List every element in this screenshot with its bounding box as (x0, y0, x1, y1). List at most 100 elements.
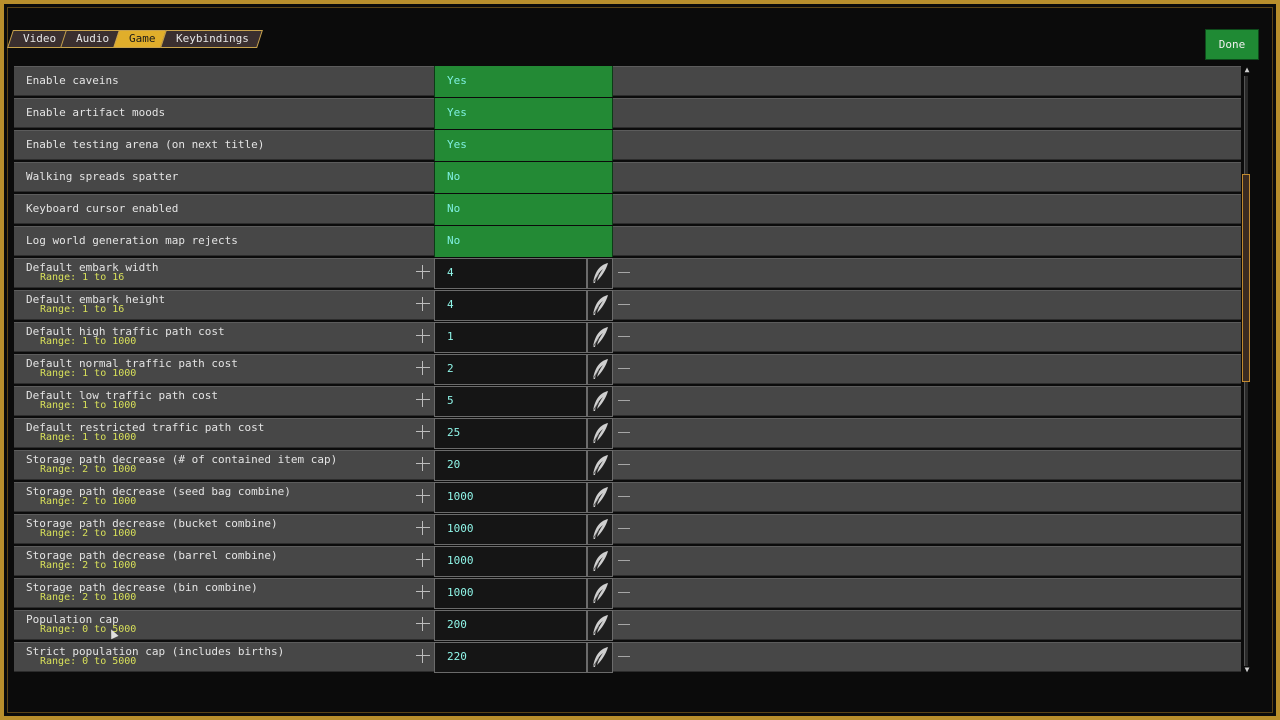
plus-icon[interactable] (416, 585, 430, 599)
plus-icon[interactable] (416, 521, 430, 535)
numeric-setting-row: Storage path decrease (barrel combine) Ra… (14, 546, 1241, 577)
toggle-setting-row: Keyboard cursor enabled No (14, 194, 1241, 225)
value-field[interactable]: 220 (434, 642, 587, 673)
numeric-setting-row: Storage path decrease (bucket combine) Ra… (14, 514, 1241, 545)
quill-icon[interactable] (587, 418, 613, 449)
value-text: 25 (447, 426, 461, 439)
setting-label: Enable testing arena (on next title) (26, 138, 265, 151)
setting-range: Range: 2 to 1000 (40, 496, 137, 507)
toggle-value: No (447, 202, 461, 215)
setting-range: Range: 0 to 5000 (40, 624, 137, 635)
numeric-setting-row: Default embark width Range: 1 to 16 4 (14, 258, 1241, 289)
arrow-up-icon[interactable]: ▲ (1242, 66, 1252, 74)
quill-icon[interactable] (587, 354, 613, 385)
minus-icon[interactable] (618, 272, 630, 273)
value-field[interactable]: 25 (434, 418, 587, 449)
quill-icon[interactable] (587, 322, 613, 353)
numeric-setting-row: Default restricted traffic path cost Rang… (14, 418, 1241, 449)
value-text: 20 (447, 458, 461, 471)
value-text: 1000 (447, 554, 474, 567)
value-text: 1 (447, 330, 454, 343)
plus-icon[interactable] (416, 649, 430, 663)
scrollbar-thumb[interactable] (1242, 174, 1250, 382)
minus-icon[interactable] (618, 656, 630, 657)
value-field[interactable]: 1000 (434, 482, 587, 513)
setting-range: Range: 2 to 1000 (40, 464, 137, 475)
plus-icon[interactable] (416, 329, 430, 343)
plus-icon[interactable] (416, 297, 430, 311)
setting-range: Range: 2 to 1000 (40, 528, 137, 539)
numeric-setting-row: Storage path decrease (bin combine) Range… (14, 578, 1241, 609)
setting-label: Keyboard cursor enabled (26, 202, 179, 215)
value-field[interactable]: 1000 (434, 514, 587, 545)
toggle-value: Yes (447, 74, 467, 87)
toggle-button[interactable]: Yes (434, 130, 613, 161)
value-field[interactable]: 1 (434, 322, 587, 353)
done-button[interactable]: Done (1205, 29, 1259, 60)
quill-icon[interactable] (587, 450, 613, 481)
value-field[interactable]: 4 (434, 290, 587, 321)
plus-icon[interactable] (416, 489, 430, 503)
tab-label: Video (23, 32, 57, 45)
plus-icon[interactable] (416, 361, 430, 375)
minus-icon[interactable] (618, 400, 630, 401)
setting-range: Range: 1 to 1000 (40, 400, 137, 411)
quill-icon[interactable] (587, 482, 613, 513)
value-field[interactable]: 5 (434, 386, 587, 417)
numeric-setting-row: Default high traffic path cost Range: 1 t… (14, 322, 1241, 353)
quill-icon[interactable] (587, 514, 613, 545)
quill-icon[interactable] (587, 258, 613, 289)
plus-icon[interactable] (416, 393, 430, 407)
value-field[interactable]: 20 (434, 450, 587, 481)
minus-icon[interactable] (618, 496, 630, 497)
value-text: 4 (447, 298, 454, 311)
plus-icon[interactable] (416, 617, 430, 631)
numeric-setting-row: Storage path decrease (# of contained it… (14, 450, 1241, 481)
numeric-setting-row: Storage path decrease (seed bag combine)… (14, 482, 1241, 513)
plus-icon[interactable] (416, 265, 430, 279)
arrow-down-icon[interactable]: ▼ (1242, 666, 1252, 674)
minus-icon[interactable] (618, 368, 630, 369)
toggle-button[interactable]: No (434, 226, 613, 257)
quill-icon[interactable] (587, 386, 613, 417)
minus-icon[interactable] (618, 336, 630, 337)
minus-icon[interactable] (618, 528, 630, 529)
toggle-setting-row: Enable testing arena (on next title) Yes (14, 130, 1241, 161)
tab-bar: Video Audio Game Keybindings (7, 30, 263, 48)
minus-icon[interactable] (618, 560, 630, 561)
minus-icon[interactable] (618, 624, 630, 625)
quill-icon[interactable] (587, 642, 613, 673)
value-field[interactable]: 4 (434, 258, 587, 289)
plus-icon[interactable] (416, 457, 430, 471)
scrollbar[interactable]: ▲ ▼ (1242, 66, 1252, 676)
toggle-button[interactable]: Yes (434, 98, 613, 129)
setting-range: Range: 1 to 1000 (40, 432, 137, 443)
toggle-setting-row: Enable artifact moods Yes (14, 98, 1241, 129)
toggle-button[interactable]: No (434, 194, 613, 225)
toggle-button[interactable]: Yes (434, 66, 613, 97)
value-field[interactable]: 200 (434, 610, 587, 641)
value-field[interactable]: 2 (434, 354, 587, 385)
quill-icon[interactable] (587, 290, 613, 321)
value-field[interactable]: 1000 (434, 546, 587, 577)
toggle-value: Yes (447, 106, 467, 119)
value-text: 4 (447, 266, 454, 279)
toggle-setting-row: Walking spreads spatter No (14, 162, 1241, 193)
quill-icon[interactable] (587, 610, 613, 641)
toggle-value: No (447, 170, 461, 183)
minus-icon[interactable] (618, 464, 630, 465)
setting-range: Range: 2 to 1000 (40, 560, 137, 571)
minus-icon[interactable] (618, 432, 630, 433)
minus-icon[interactable] (618, 592, 630, 593)
plus-icon[interactable] (416, 553, 430, 567)
numeric-setting-row: Default low traffic path cost Range: 1 to… (14, 386, 1241, 417)
minus-icon[interactable] (618, 304, 630, 305)
quill-icon[interactable] (587, 578, 613, 609)
plus-icon[interactable] (416, 425, 430, 439)
value-field[interactable]: 1000 (434, 578, 587, 609)
setting-range: Range: 1 to 16 (40, 272, 125, 283)
quill-icon[interactable] (587, 546, 613, 577)
tab-keybindings[interactable]: Keybindings (159, 30, 263, 48)
toggle-button[interactable]: No (434, 162, 613, 193)
value-text: 1000 (447, 490, 474, 503)
